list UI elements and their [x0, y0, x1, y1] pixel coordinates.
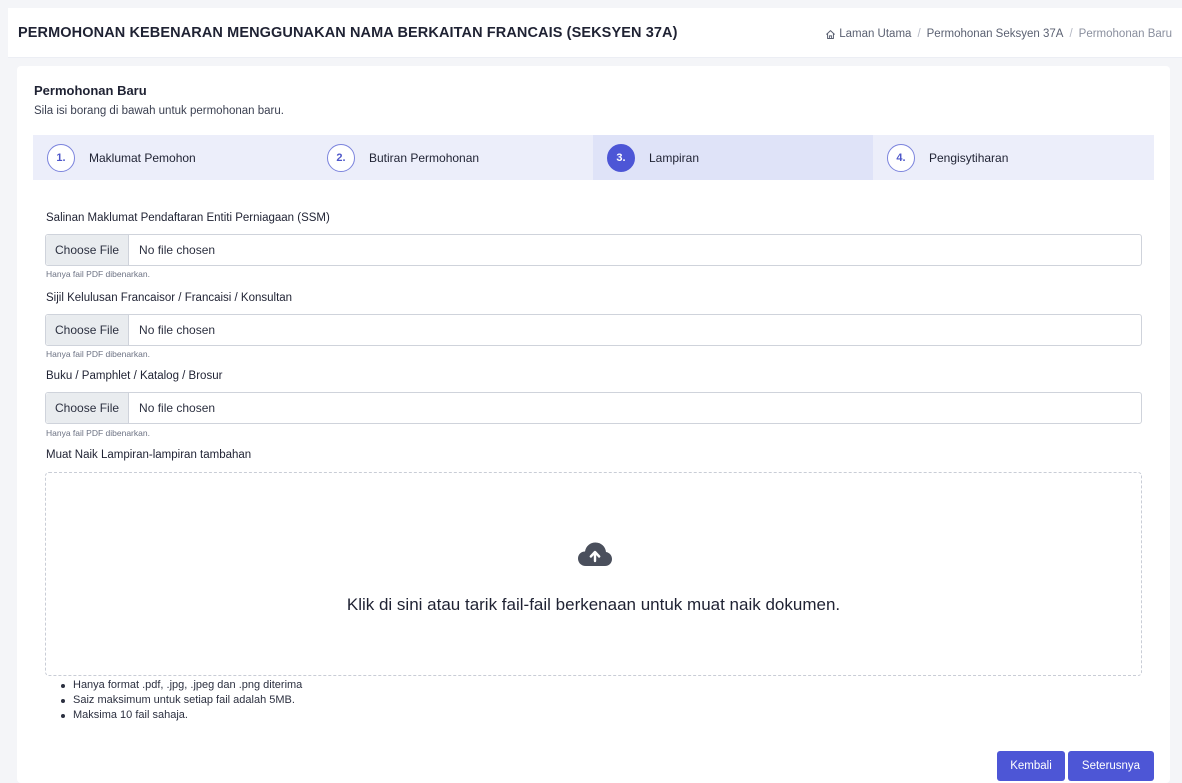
step-number: 3.: [607, 143, 635, 172]
list-item: Hanya format .pdf, .jpg, .jpeg dan .png …: [61, 678, 302, 693]
certificate-file-label: Sijil Kelulusan Francaisor / Francaisi /…: [46, 292, 293, 304]
brochure-file-input[interactable]: Choose File No file chosen: [45, 392, 1142, 424]
application-card: Permohonan Baru Sila isi borang di bawah…: [17, 66, 1170, 783]
ssm-file-help: Hanya fail PDF dibenarkan.: [46, 269, 150, 279]
dropzone-label: Muat Naik Lampiran-lampiran tambahan: [46, 449, 252, 461]
bullet: [61, 683, 65, 688]
bullet: [61, 713, 65, 718]
step-number: 1.: [47, 143, 75, 172]
step-maklumat-pemohon[interactable]: 1. Maklumat Pemohon: [33, 135, 313, 180]
note-text: Saiz maksimum untuk setiap fail adalah 5…: [73, 694, 295, 706]
cloud-upload-icon: [578, 542, 612, 566]
breadcrumb-current: Permohonan Baru: [1078, 28, 1172, 40]
breadcrumb-section-link[interactable]: Permohonan Seksyen 37A: [927, 28, 1064, 40]
ssm-file-input[interactable]: Choose File No file chosen: [45, 234, 1142, 266]
breadcrumb: Laman Utama / Permohonan Seksyen 37A / P…: [825, 28, 1172, 40]
card-title: Permohonan Baru: [34, 83, 147, 98]
list-item: Saiz maksimum untuk setiap fail adalah 5…: [61, 693, 302, 708]
step-label: Maklumat Pemohon: [89, 150, 196, 165]
list-item: Maksima 10 fail sahaja.: [61, 708, 302, 723]
choose-file-button[interactable]: Choose File: [46, 315, 130, 345]
file-status: No file chosen: [139, 323, 216, 337]
step-butiran-permohonan[interactable]: 2. Butiran Permohonan: [313, 135, 593, 180]
page-header: PERMOHONAN KEBENARAN MENGGUNAKAN NAMA BE…: [8, 8, 1182, 58]
card-subtitle: Sila isi borang di bawah untuk permohona…: [34, 105, 284, 117]
brochure-file-help: Hanya fail PDF dibenarkan.: [46, 428, 150, 438]
certificate-file-input[interactable]: Choose File No file chosen: [45, 314, 1142, 346]
certificate-file-help: Hanya fail PDF dibenarkan.: [46, 349, 150, 359]
bullet: [61, 698, 65, 703]
step-number: 4.: [887, 143, 915, 172]
wizard-steps: 1. Maklumat Pemohon 2. Butiran Permohona…: [33, 135, 1154, 180]
breadcrumb-separator: /: [917, 28, 921, 40]
dropzone-text: Klik di sini atau tarik fail-fail berken…: [346, 595, 841, 614]
breadcrumb-home-link[interactable]: Laman Utama: [839, 28, 911, 40]
note-text: Hanya format .pdf, .jpg, .jpeg dan .png …: [73, 679, 303, 691]
brochure-file-label: Buku / Pamphlet / Katalog / Brosur: [46, 370, 223, 382]
step-label: Lampiran: [649, 150, 700, 165]
choose-file-button[interactable]: Choose File: [46, 393, 130, 423]
step-pengisytiharan[interactable]: 4. Pengisytiharan: [873, 135, 1153, 180]
choose-file-button[interactable]: Choose File: [46, 235, 130, 265]
step-number: 2.: [327, 143, 355, 172]
file-status: No file chosen: [139, 243, 216, 257]
breadcrumb-separator: /: [1069, 28, 1073, 40]
attachment-dropzone[interactable]: Klik di sini atau tarik fail-fail berken…: [45, 472, 1142, 676]
next-button[interactable]: Seterusnya: [1068, 751, 1154, 781]
step-lampiran[interactable]: 3. Lampiran: [593, 135, 873, 180]
step-label: Pengisytiharan: [929, 150, 1009, 165]
page-title: PERMOHONAN KEBENARAN MENGGUNAKAN NAMA BE…: [18, 25, 678, 41]
ssm-file-label: Salinan Maklumat Pendaftaran Entiti Pern…: [46, 212, 330, 224]
file-status: No file chosen: [139, 401, 216, 415]
step-label: Butiran Permohonan: [369, 150, 480, 165]
back-button[interactable]: Kembali: [997, 751, 1065, 781]
home-icon: [826, 29, 836, 39]
note-text: Maksima 10 fail sahaja.: [73, 709, 188, 721]
upload-notes: Hanya format .pdf, .jpg, .jpeg dan .png …: [61, 678, 302, 723]
